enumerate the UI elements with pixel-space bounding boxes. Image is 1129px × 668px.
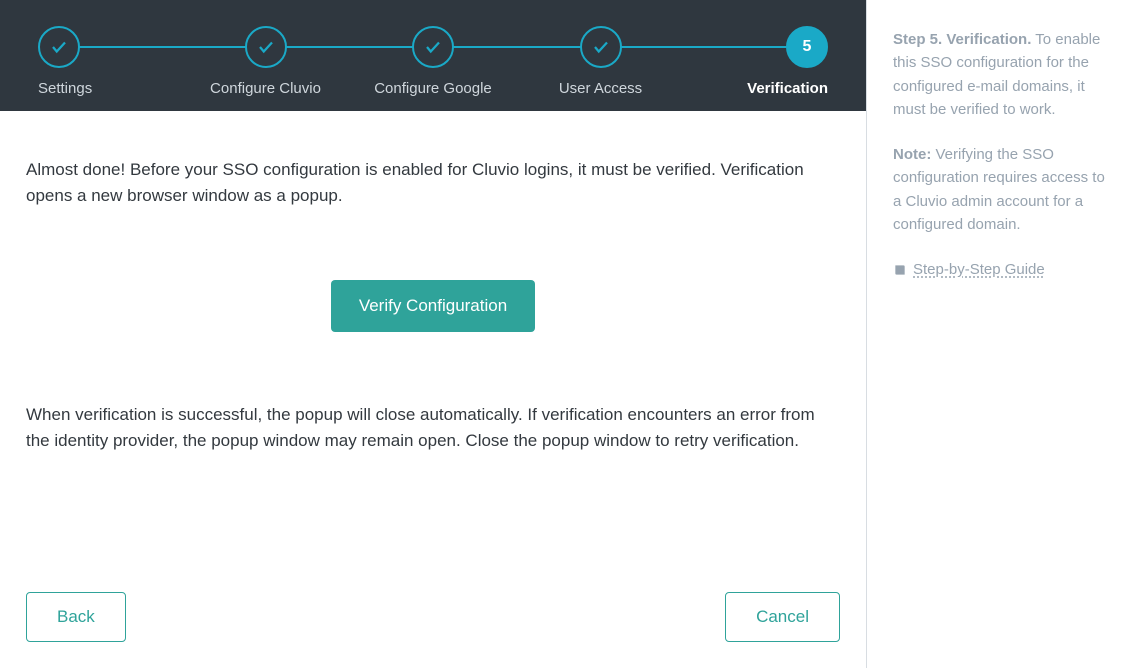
outro-text: When verification is successful, the pop… bbox=[26, 402, 840, 455]
verify-row: Verify Configuration bbox=[26, 280, 840, 332]
step-user-access[interactable]: User Access bbox=[541, 26, 661, 97]
sidebar-step-description: Step 5. Verification. To enable this SSO… bbox=[893, 28, 1107, 121]
step-circle bbox=[245, 26, 287, 68]
stepper: Settings Configure Cluvio Configure Goog… bbox=[38, 26, 828, 97]
sidebar-step-heading: Step 5. Verification. bbox=[893, 31, 1031, 48]
cancel-button[interactable]: Cancel bbox=[725, 592, 840, 642]
step-label: Configure Google bbox=[374, 80, 492, 97]
check-icon bbox=[424, 38, 442, 56]
sidebar-note-label: Note: bbox=[893, 146, 931, 163]
page-root: Settings Configure Cluvio Configure Goog… bbox=[0, 0, 1129, 668]
step-label: User Access bbox=[559, 80, 642, 97]
book-icon bbox=[893, 263, 907, 277]
stepper-steps: Settings Configure Cluvio Configure Goog… bbox=[38, 26, 828, 97]
step-settings[interactable]: Settings bbox=[38, 26, 158, 97]
check-icon bbox=[50, 38, 68, 56]
step-label: Configure Cluvio bbox=[210, 80, 321, 97]
check-icon bbox=[592, 38, 610, 56]
step-configure-google[interactable]: Configure Google bbox=[373, 26, 493, 97]
main-column: Settings Configure Cluvio Configure Goog… bbox=[0, 0, 866, 668]
step-circle bbox=[412, 26, 454, 68]
stepper-header: Settings Configure Cluvio Configure Goog… bbox=[0, 0, 866, 111]
step-circle bbox=[580, 26, 622, 68]
sidebar-note: Note: Verifying the SSO configuration re… bbox=[893, 143, 1107, 236]
step-label: Settings bbox=[38, 80, 92, 97]
step-circle bbox=[38, 26, 80, 68]
help-sidebar: Step 5. Verification. To enable this SSO… bbox=[866, 0, 1129, 668]
step-label: Verification bbox=[747, 80, 828, 97]
step-configure-cluvio[interactable]: Configure Cluvio bbox=[206, 26, 326, 97]
step-verification[interactable]: 5 Verification bbox=[708, 26, 828, 97]
step-by-step-guide-link[interactable]: Step-by-Step Guide bbox=[893, 258, 1045, 281]
verify-configuration-button[interactable]: Verify Configuration bbox=[331, 280, 535, 332]
guide-link-label: Step-by-Step Guide bbox=[913, 258, 1045, 281]
footer-actions: Back Cancel bbox=[26, 592, 840, 668]
content-area: Almost done! Before your SSO configurati… bbox=[0, 111, 866, 668]
intro-text: Almost done! Before your SSO configurati… bbox=[26, 157, 840, 210]
back-button[interactable]: Back bbox=[26, 592, 126, 642]
check-icon bbox=[257, 38, 275, 56]
step-circle-current: 5 bbox=[786, 26, 828, 68]
